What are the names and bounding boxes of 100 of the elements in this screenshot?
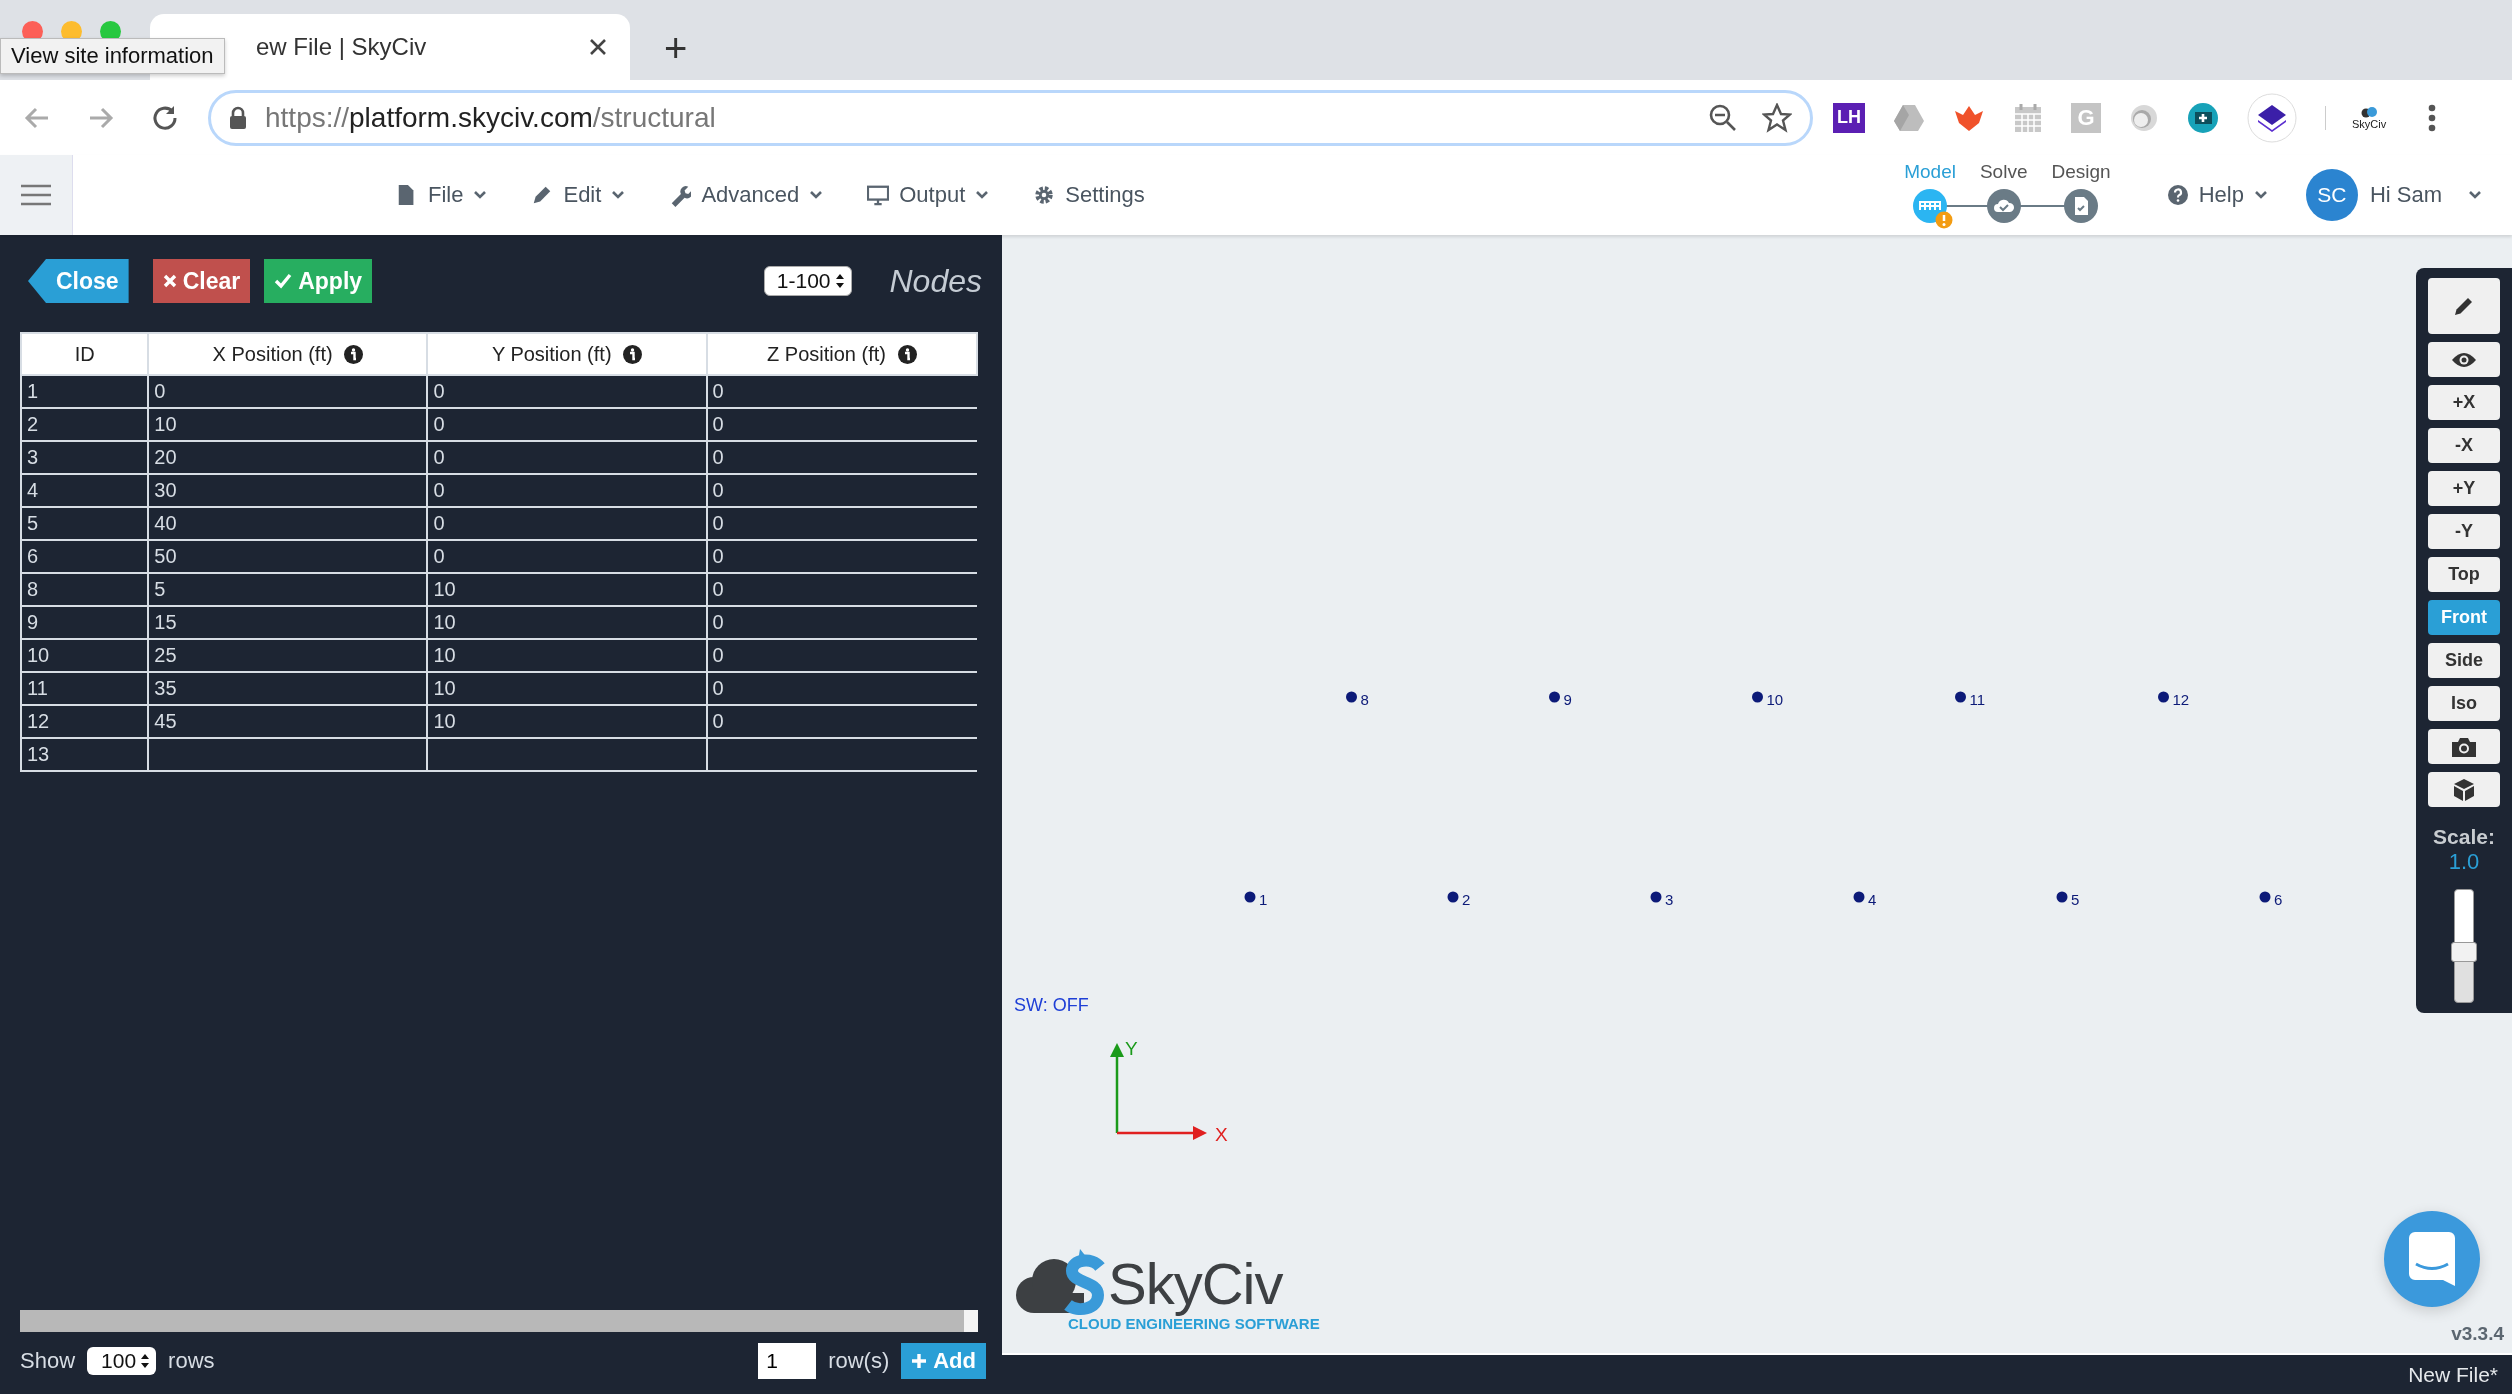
view-button[interactable]: Side (2428, 643, 2500, 678)
table-cell[interactable]: 0 (148, 375, 428, 408)
table-cell[interactable]: 0 (427, 441, 707, 474)
table-cell[interactable]: 1 (21, 375, 149, 408)
table-cell[interactable]: 10 (427, 639, 707, 672)
table-cell[interactable]: 6 (21, 540, 149, 573)
table-cell[interactable]: 0 (427, 375, 707, 408)
table-cell[interactable] (148, 738, 428, 771)
zoom-out-icon[interactable] (1708, 102, 1738, 133)
star-icon[interactable] (1762, 102, 1792, 133)
node-dot[interactable] (1244, 891, 1256, 903)
extension-button[interactable]: SkyCiv (2325, 105, 2387, 130)
node-dot[interactable] (1346, 691, 1357, 703)
sort-arrows-icon (834, 273, 845, 289)
file-name: New File* (2408, 1362, 2498, 1387)
view-button[interactable]: +Y (2428, 471, 2500, 506)
table-cell[interactable]: 10 (148, 408, 428, 441)
scale-label: Scale: (2433, 825, 2495, 849)
workflow-step[interactable]: Solve (1971, 160, 2036, 230)
table-cell[interactable]: 0 (427, 540, 707, 573)
view-button[interactable]: Iso (2428, 686, 2500, 721)
view-button[interactable]: -X (2428, 428, 2500, 463)
column-header: Z Position (ft) (706, 333, 977, 375)
menu-icon[interactable] (21, 184, 51, 206)
node-dot[interactable] (1549, 691, 1560, 703)
table-cell[interactable]: 13 (21, 738, 149, 771)
table-cell[interactable]: 20 (148, 441, 428, 474)
user-menu-button[interactable]: SC Hi Sam (2299, 168, 2488, 222)
node-dot[interactable] (1853, 891, 1865, 903)
view-button[interactable]: +X (2428, 385, 2500, 420)
node-dot[interactable] (2056, 891, 2068, 903)
table-cell[interactable]: 35 (148, 672, 428, 705)
range-select[interactable]: 1-100 (763, 266, 852, 296)
table-cell[interactable]: 11 (21, 672, 149, 705)
clear-button[interactable]: Clear (152, 259, 251, 303)
table-cell[interactable]: 5 (21, 507, 149, 540)
plus-icon (911, 1353, 928, 1369)
menu-button[interactable]: Edit (531, 182, 626, 208)
bridge-icon (1918, 200, 1943, 211)
table-cell[interactable]: 45 (148, 705, 428, 738)
extension-button[interactable]: LH (1833, 102, 1865, 133)
page-size-select[interactable]: 100 (87, 1347, 157, 1375)
node-dot[interactable] (2259, 891, 2271, 903)
table-cell[interactable]: 50 (148, 540, 428, 573)
table-cell[interactable]: 0 (427, 408, 707, 441)
node-dot[interactable] (1447, 891, 1459, 903)
table-cell[interactable]: 3 (21, 441, 149, 474)
table-cell[interactable]: 15 (148, 606, 428, 639)
table-cell[interactable]: 10 (21, 639, 149, 672)
node-dot[interactable] (2158, 691, 2169, 703)
column-header: ID (21, 333, 149, 375)
node-dot[interactable] (1955, 691, 1966, 703)
menu-button[interactable]: File (396, 182, 488, 208)
menu-button[interactable]: Settings (1033, 182, 1145, 208)
table-cell[interactable]: 0 (427, 474, 707, 507)
view-button[interactable] (2428, 772, 2500, 807)
table-cell[interactable]: 25 (148, 639, 428, 672)
view-button[interactable] (2428, 729, 2500, 764)
plus-icon[interactable] (2187, 101, 2219, 134)
table-cell[interactable]: 10 (427, 672, 707, 705)
node-label: 11 (1969, 691, 1986, 708)
view-button[interactable] (2428, 278, 2500, 334)
view-button[interactable] (2428, 342, 2500, 377)
table-cell[interactable] (427, 738, 707, 771)
node-dot[interactable] (1650, 891, 1662, 903)
node-dot[interactable] (1752, 691, 1763, 703)
table-cell[interactable]: 30 (148, 474, 428, 507)
workflow-step[interactable]: Design (2043, 160, 2119, 230)
address-bar[interactable]: https://platform.skyciv.com/structural (208, 89, 1813, 146)
axis-label: Y (1125, 1038, 1138, 1059)
table-cell[interactable]: 12 (21, 705, 149, 738)
node-label: 5 (2071, 891, 2080, 908)
table-cell[interactable]: 10 (427, 573, 707, 606)
logo-tagline: CLOUD ENGINEERING SOFTWARE (1068, 1315, 1320, 1332)
table-cell[interactable]: 10 (427, 705, 707, 738)
slider-thumb[interactable] (2451, 942, 2477, 963)
table-cell[interactable]: 5 (148, 573, 428, 606)
close-icon (162, 274, 177, 288)
menu-button[interactable]: Advanced (669, 182, 824, 208)
rows-unit-label: row(s) (828, 1348, 890, 1374)
table-cell[interactable]: 8 (21, 573, 149, 606)
chat-button[interactable] (2384, 1211, 2480, 1307)
table-cell[interactable]: 4 (21, 474, 149, 507)
view-button[interactable]: Top (2428, 557, 2500, 592)
help-icon (2166, 184, 2189, 206)
more-menu-icon[interactable] (2428, 102, 2437, 133)
table-cell[interactable]: 0 (427, 507, 707, 540)
new-tab-button[interactable]: + (658, 25, 694, 72)
row-count-field[interactable]: 1 (758, 1343, 817, 1379)
help-menu-button[interactable]: Help (2160, 181, 2274, 209)
view-button[interactable]: -Y (2428, 514, 2500, 549)
table-cell[interactable]: 10 (427, 606, 707, 639)
scale-slider[interactable] (2454, 889, 2474, 1003)
camera-icon (2451, 735, 2477, 758)
table-cell[interactable]: 40 (148, 507, 428, 540)
horizontal-scrollbar[interactable] (20, 1310, 978, 1332)
table-cell[interactable]: 9 (21, 606, 149, 639)
layers-icon[interactable] (2247, 92, 2297, 143)
table-cell[interactable]: 2 (21, 408, 149, 441)
menu-button[interactable]: Output (867, 182, 990, 208)
